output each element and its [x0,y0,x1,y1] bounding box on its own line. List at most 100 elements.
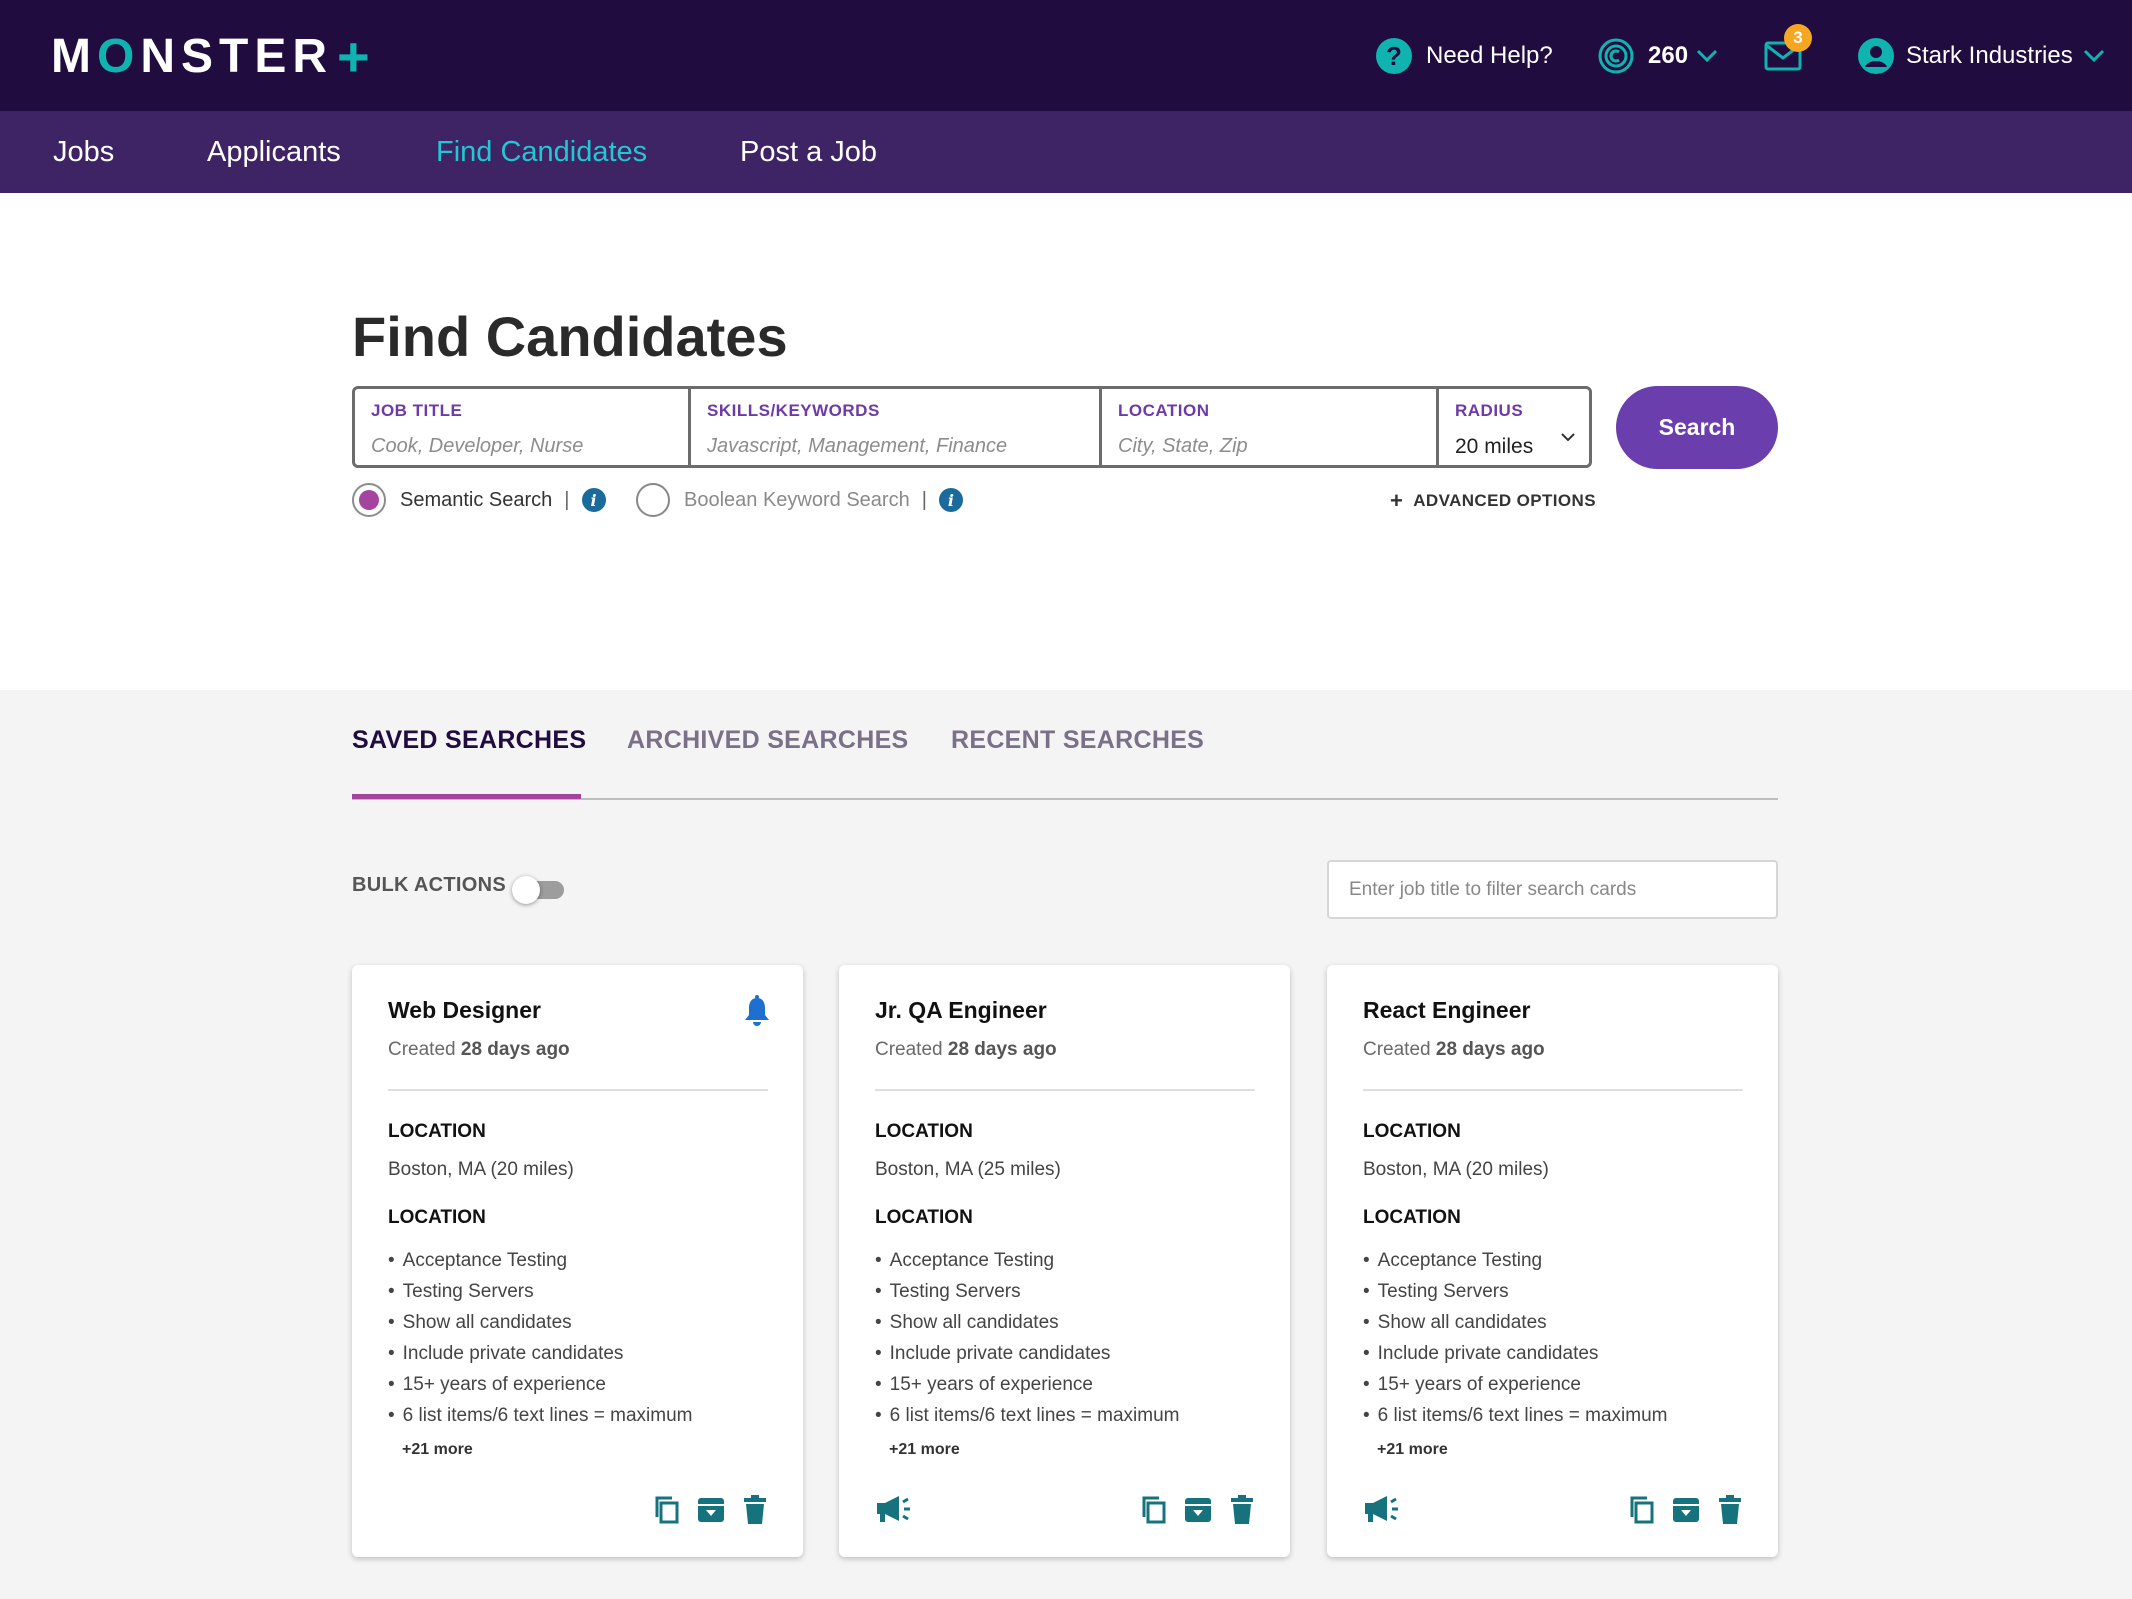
archive-icon[interactable] [1183,1495,1213,1525]
card-location: Boston, MA (20 miles) [388,1159,574,1180]
semantic-search-option[interactable]: Semantic Search | i [352,480,606,520]
skills-label: SKILLS/KEYWORDS [707,401,880,420]
criteria-item: Testing Servers [875,1276,1180,1307]
user-circle-icon [1858,38,1894,74]
criteria-item: 15+ years of experience [1363,1369,1668,1400]
criteria-list: Acceptance Testing Testing Servers Show … [388,1245,693,1431]
logo-plus: + [337,24,370,88]
divider: | [921,488,927,511]
more-criteria-link[interactable]: +21 more [889,1441,960,1459]
more-criteria-link[interactable]: +21 more [1377,1441,1448,1459]
advanced-options-button[interactable]: + ADVANCED OPTIONS [1390,488,1596,514]
criteria-item: 15+ years of experience [388,1369,693,1400]
info-icon[interactable]: i [938,488,963,512]
criteria-item: Show all candidates [875,1307,1180,1338]
tab-archived-searches[interactable]: ARCHIVED SEARCHES [627,726,909,755]
criteria-item: Testing Servers [1363,1276,1668,1307]
card-divider [875,1089,1255,1091]
saved-search-card[interactable]: Web Designer Created 28 days ago LOCATIO… [352,965,803,1557]
radius-select[interactable]: RADIUS 20 miles [1439,389,1589,465]
criteria-item: Show all candidates [1363,1307,1668,1338]
criteria-item: Include private candidates [875,1338,1180,1369]
card-title[interactable]: React Engineer [1363,997,1530,1024]
megaphone-icon[interactable] [1363,1493,1399,1525]
location-field[interactable]: LOCATION City, State, Zip [1102,389,1439,465]
criteria-item: Acceptance Testing [388,1245,693,1276]
search-button[interactable]: Search [1616,386,1778,469]
created-age: 28 days ago [460,1039,570,1060]
created-prefix: Created [1363,1039,1431,1060]
account-menu[interactable]: Stark Industries [1858,30,2105,82]
skills-field[interactable]: SKILLS/KEYWORDS Javascript, Management, … [691,389,1102,465]
criteria-list: Acceptance Testing Testing Servers Show … [875,1245,1180,1431]
need-help-link[interactable]: ? Need Help? [1376,30,1553,82]
saved-search-card[interactable]: Jr. QA Engineer Created 28 days ago LOCA… [839,965,1290,1557]
messages-button[interactable]: 3 [1764,24,1812,82]
chevron-down-icon [1561,433,1575,442]
criteria-item: Testing Servers [388,1276,693,1307]
bell-icon[interactable] [743,995,771,1027]
created-prefix: Created [875,1039,943,1060]
skills-input[interactable]: Javascript, Management, Finance [707,435,1099,458]
boolean-search-radio[interactable] [636,483,670,517]
created-prefix: Created [388,1039,456,1060]
chevron-down-icon [1696,49,1718,63]
megaphone-icon[interactable] [875,1493,911,1525]
trash-icon[interactable] [1715,1495,1745,1525]
card-created: Created 28 days ago [875,1039,1057,1061]
copy-icon[interactable] [1627,1495,1657,1525]
credits-count: 260 [1648,42,1689,69]
copy-icon[interactable] [1139,1495,1169,1525]
location-heading: LOCATION [388,1121,486,1142]
card-title[interactable]: Jr. QA Engineer [875,997,1047,1024]
nav-applicants[interactable]: Applicants [207,111,341,193]
plus-icon: + [1390,488,1404,513]
card-title[interactable]: Web Designer [388,997,541,1024]
logo-letter-o: O [96,29,141,83]
criteria-heading: LOCATION [875,1207,973,1228]
location-input[interactable]: City, State, Zip [1118,435,1436,458]
card-divider [388,1089,768,1091]
copy-icon[interactable] [652,1495,682,1525]
info-icon[interactable]: i [581,488,606,512]
toggle-knob [512,876,540,904]
criteria-item: Acceptance Testing [1363,1245,1668,1276]
criteria-item: Acceptance Testing [875,1245,1180,1276]
job-title-input[interactable]: Cook, Developer, Nurse [371,435,688,458]
criteria-item: Include private candidates [1363,1338,1668,1369]
created-age: 28 days ago [1435,1039,1545,1060]
advanced-options-label: ADVANCED OPTIONS [1413,491,1596,510]
location-label: LOCATION [1118,401,1210,420]
nav-jobs[interactable]: Jobs [53,111,114,193]
more-criteria-link[interactable]: +21 more [402,1441,473,1459]
location-heading: LOCATION [1363,1121,1461,1142]
credits-dropdown[interactable]: 260 [1598,30,1732,82]
bulk-actions-toggle[interactable] [512,876,564,904]
criteria-heading: LOCATION [388,1207,486,1228]
created-age: 28 days ago [947,1039,1057,1060]
criteria-item: 6 list items/6 text lines = maximum [875,1400,1180,1431]
question-circle-icon: ? [1376,38,1412,74]
tab-recent-searches[interactable]: RECENT SEARCHES [951,726,1204,755]
filter-search-cards-input[interactable] [1327,860,1778,919]
nav-find-candidates[interactable]: Find Candidates [436,111,647,193]
chevron-down-icon [2083,49,2104,63]
criteria-item: 6 list items/6 text lines = maximum [388,1400,693,1431]
trash-icon[interactable] [740,1495,770,1525]
semantic-search-radio[interactable] [352,483,386,517]
nav-post-a-job[interactable]: Post a Job [740,111,877,193]
divider: | [564,488,570,511]
boolean-search-option[interactable]: Boolean Keyword Search | i [636,480,963,520]
monster-logo[interactable]: M O NSTER + [51,25,370,88]
active-tab-indicator [352,794,581,799]
archive-icon[interactable] [1671,1495,1701,1525]
job-title-field[interactable]: JOB TITLE Cook, Developer, Nurse [355,389,691,465]
radio-selected-dot [359,490,379,510]
tab-saved-searches[interactable]: SAVED SEARCHES [352,726,586,755]
trash-icon[interactable] [1227,1495,1257,1525]
archive-icon[interactable] [696,1495,726,1525]
bulk-actions-label: BULK ACTIONS [352,874,506,896]
semantic-search-label: Semantic Search [400,488,553,511]
saved-search-card[interactable]: React Engineer Created 28 days ago LOCAT… [1327,965,1778,1557]
need-help-label: Need Help? [1426,42,1553,69]
